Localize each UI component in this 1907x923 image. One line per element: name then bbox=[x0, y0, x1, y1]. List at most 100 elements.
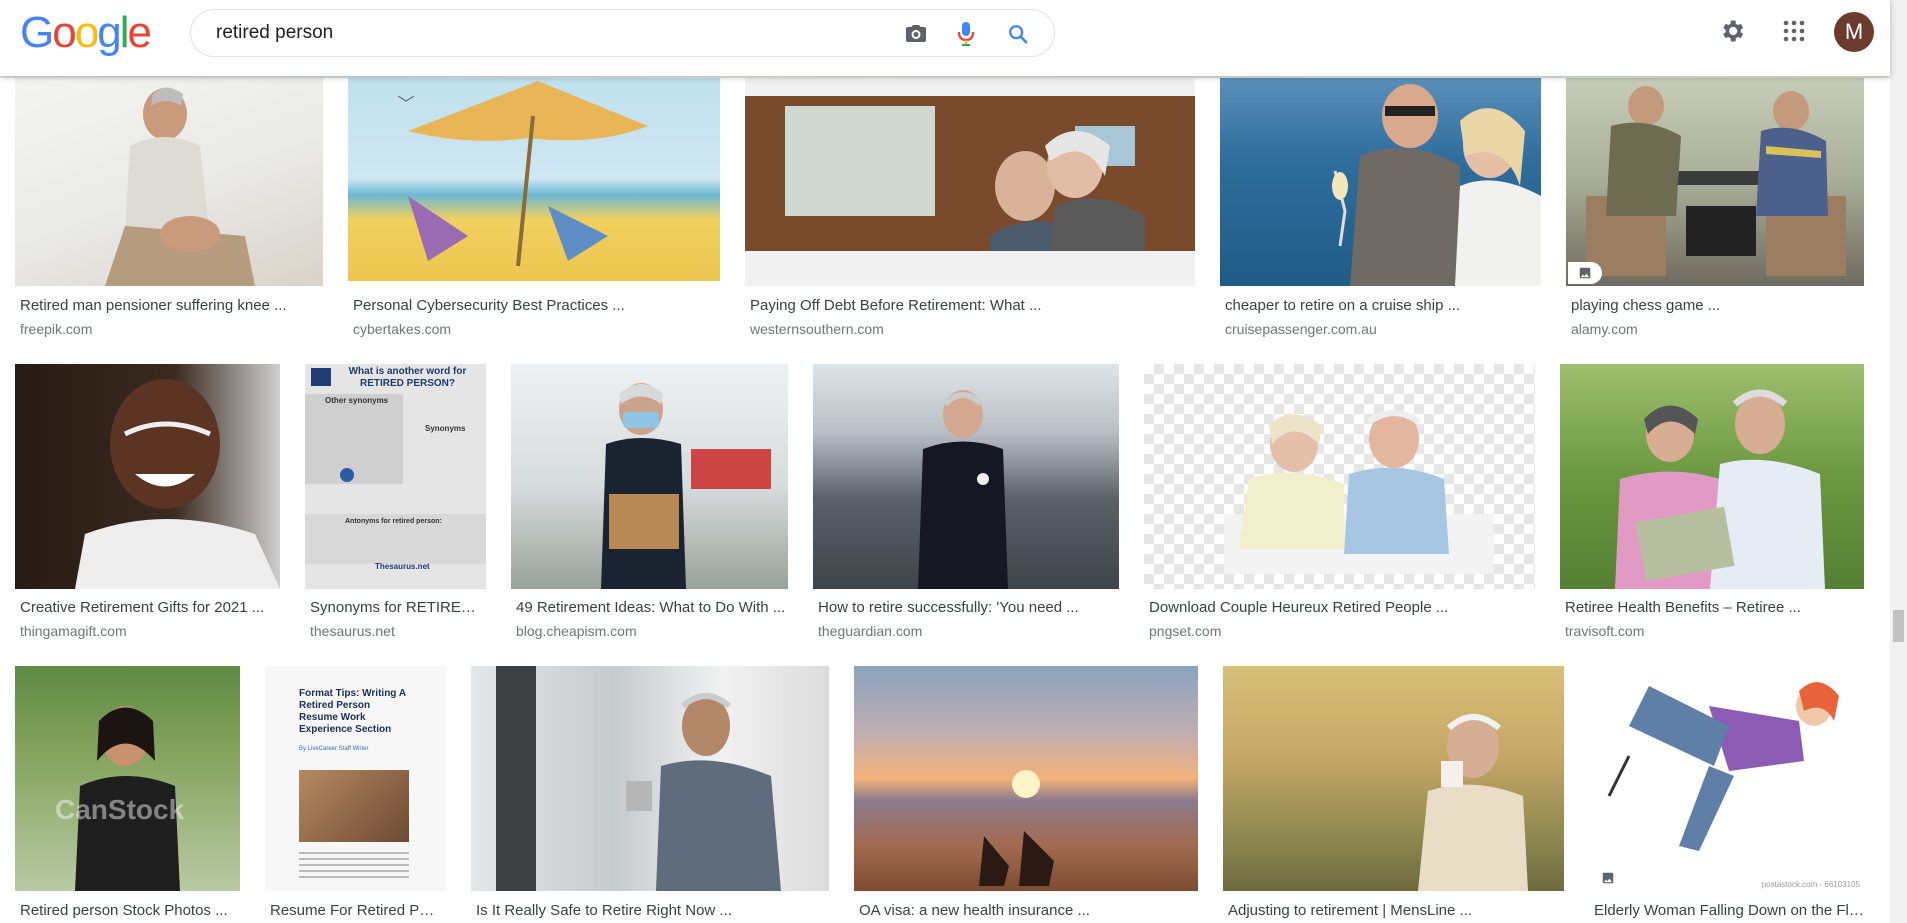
thesaurus-heading: What is another word for RETIRED PERSON? bbox=[348, 366, 467, 389]
result-title[interactable]: How to retire successfully: 'You need ..… bbox=[818, 599, 1118, 616]
result-image[interactable] bbox=[511, 364, 788, 589]
scrollbar-thumb[interactable] bbox=[1893, 610, 1904, 642]
thesaurus-antonyms: Antonyms for retired person: bbox=[345, 518, 442, 525]
scrollbar[interactable] bbox=[1890, 0, 1907, 923]
result-title[interactable]: Retired person Stock Photos ... bbox=[20, 902, 238, 919]
microphone-icon[interactable] bbox=[953, 21, 979, 47]
result-title[interactable]: Is It Really Safe to Retire Right Now ..… bbox=[476, 902, 826, 919]
result-source[interactable]: thingamagift.com bbox=[20, 623, 127, 639]
result-image[interactable]: CanStock bbox=[15, 666, 240, 891]
result-image[interactable] bbox=[1566, 76, 1864, 286]
watermark-text: CanStock bbox=[55, 794, 185, 825]
beach-sunset-photo bbox=[979, 770, 1054, 886]
result-source[interactable]: travisoft.com bbox=[1565, 623, 1644, 639]
result-title[interactable]: 49 Retirement Ideas: What to Do With ... bbox=[516, 599, 786, 616]
result-tile[interactable]: CanStock Retired person Stock Photos ... bbox=[15, 666, 240, 923]
resume-byline: By LiveCareer Staff Writer bbox=[299, 746, 369, 752]
laughing-man-photo bbox=[75, 379, 280, 589]
woman-with-box-photo bbox=[601, 383, 771, 589]
couple-tablet-photo bbox=[1615, 389, 1825, 589]
gear-icon[interactable] bbox=[1715, 14, 1749, 48]
result-source[interactable]: cybertakes.com bbox=[353, 321, 451, 337]
couple-photo bbox=[745, 96, 1195, 251]
logo-letter: e bbox=[127, 8, 152, 57]
result-image[interactable] bbox=[745, 76, 1195, 286]
resume-heading: Format Tips: Writing A Retired Person Re… bbox=[299, 688, 406, 735]
result-tile[interactable]: Format Tips: Writing A Retired Person Re… bbox=[265, 666, 446, 923]
result-tile[interactable]: cheaper to retire on a cruise ship ... c… bbox=[1220, 76, 1541, 341]
image-badge-icon bbox=[1568, 262, 1602, 284]
result-tile[interactable]: Retired man pensioner suffering knee ...… bbox=[15, 76, 323, 341]
result-image[interactable] bbox=[1144, 364, 1535, 589]
result-source[interactable]: blog.cheapism.com bbox=[516, 623, 637, 639]
result-tile[interactable]: Adjusting to retirement | MensLine ... bbox=[1223, 666, 1564, 923]
result-title[interactable]: Creative Retirement Gifts for 2021 ... bbox=[20, 599, 278, 616]
thesaurus-synonyms: Synonyms bbox=[425, 424, 466, 433]
result-title[interactable]: Retired man pensioner suffering knee ... bbox=[20, 297, 320, 314]
result-title[interactable]: cheaper to retire on a cruise ship ... bbox=[1225, 297, 1540, 314]
result-tile[interactable]: 49 Retirement Ideas: What to Do With ...… bbox=[511, 364, 788, 644]
result-image[interactable] bbox=[1220, 76, 1541, 286]
result-title[interactable]: Paying Off Debt Before Retirement: What … bbox=[750, 297, 1190, 314]
result-source[interactable]: theguardian.com bbox=[818, 623, 922, 639]
avatar[interactable]: M bbox=[1834, 12, 1874, 52]
result-tile[interactable]: postastock.com - 66103105 Elderly Woman … bbox=[1589, 666, 1864, 923]
result-title[interactable]: Download Couple Heureux Retired People .… bbox=[1149, 599, 1534, 616]
result-image[interactable] bbox=[471, 666, 829, 891]
result-image[interactable] bbox=[1223, 666, 1564, 891]
result-tile[interactable]: OA visa: a new health insurance ... bbox=[854, 666, 1198, 923]
result-title[interactable]: Synonyms for RETIRED PERSON ... bbox=[310, 599, 480, 616]
camera-icon[interactable] bbox=[903, 21, 929, 47]
magnifier-icon bbox=[340, 468, 354, 482]
apps-icon[interactable] bbox=[1777, 14, 1811, 48]
results-grid: Retired man pensioner suffering knee ...… bbox=[0, 0, 1890, 923]
result-title[interactable]: playing chess game ... bbox=[1571, 297, 1861, 314]
falling-woman-illustration bbox=[1607, 682, 1839, 851]
top-bar: Google M bbox=[0, 0, 1890, 76]
result-tile[interactable]: playing chess game ... alamy.com bbox=[1566, 76, 1864, 341]
couple-sofa-photo bbox=[1224, 410, 1494, 574]
result-image[interactable] bbox=[348, 76, 720, 281]
result-tile[interactable]: Download Couple Heureux Retired People .… bbox=[1144, 364, 1535, 644]
logo-letter: o bbox=[74, 8, 100, 57]
logo-letter: l bbox=[119, 8, 130, 57]
man-with-mug-photo bbox=[496, 666, 781, 891]
search-icon[interactable] bbox=[1005, 21, 1031, 47]
result-tile[interactable]: What is another word for RETIRED PERSON?… bbox=[305, 364, 486, 644]
result-tile[interactable]: How to retire successfully: 'You need ..… bbox=[813, 364, 1119, 644]
result-tile[interactable]: Paying Off Debt Before Retirement: What … bbox=[745, 76, 1195, 341]
result-image[interactable] bbox=[813, 364, 1119, 589]
result-tile[interactable]: Is It Really Safe to Retire Right Now ..… bbox=[471, 666, 829, 923]
result-image[interactable] bbox=[15, 76, 323, 286]
result-image[interactable]: Format Tips: Writing A Retired Person Re… bbox=[265, 666, 446, 891]
woman-stock-photo bbox=[75, 706, 180, 891]
result-source[interactable]: thesaurus.net bbox=[310, 623, 395, 639]
result-title[interactable]: Resume For Retired Person ... bbox=[270, 902, 440, 919]
image-badge-icon bbox=[1591, 867, 1625, 889]
result-tile[interactable]: Personal Cybersecurity Best Practices ..… bbox=[348, 76, 720, 341]
result-source[interactable]: westernsouthern.com bbox=[750, 321, 884, 337]
man-drinking-tea-photo bbox=[1418, 714, 1528, 891]
result-title[interactable]: Retiree Health Benefits – Retiree ... bbox=[1565, 599, 1863, 616]
result-title[interactable]: Elderly Woman Falling Down on the Floor … bbox=[1594, 902, 1864, 919]
google-logo[interactable]: Google bbox=[20, 8, 152, 57]
result-tile[interactable]: Creative Retirement Gifts for 2021 ... t… bbox=[15, 364, 280, 644]
man-knee-illustration bbox=[105, 87, 255, 286]
search-box bbox=[190, 9, 1055, 57]
result-image[interactable] bbox=[854, 666, 1198, 891]
result-title[interactable]: OA visa: a new health insurance ... bbox=[859, 902, 1197, 919]
result-source[interactable]: alamy.com bbox=[1571, 321, 1638, 337]
result-source[interactable]: pngset.com bbox=[1149, 623, 1221, 639]
search-input[interactable] bbox=[216, 20, 816, 46]
result-image[interactable]: postastock.com - 66103105 bbox=[1589, 666, 1864, 891]
logo-letter: o bbox=[52, 8, 77, 57]
thesaurus-logo-icon bbox=[311, 368, 331, 386]
result-image[interactable]: What is another word for RETIRED PERSON?… bbox=[305, 364, 486, 589]
result-title[interactable]: Adjusting to retirement | MensLine ... bbox=[1228, 902, 1563, 919]
result-source[interactable]: freepik.com bbox=[20, 321, 92, 337]
result-image[interactable] bbox=[15, 364, 280, 589]
result-image[interactable] bbox=[1560, 364, 1864, 589]
result-title[interactable]: Personal Cybersecurity Best Practices ..… bbox=[353, 297, 718, 314]
result-source[interactable]: cruisepassenger.com.au bbox=[1225, 321, 1377, 337]
result-tile[interactable]: Retiree Health Benefits – Retiree ... tr… bbox=[1560, 364, 1864, 644]
